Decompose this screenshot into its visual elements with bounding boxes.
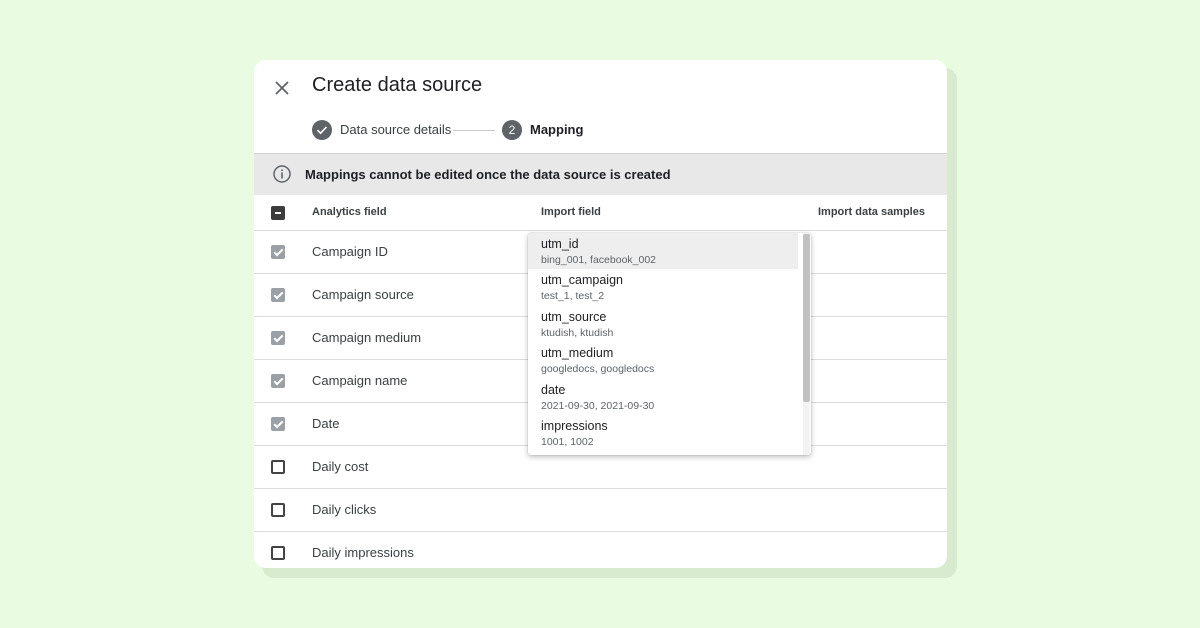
row-label: Campaign medium <box>312 330 422 345</box>
option-name: utm_id <box>541 237 579 251</box>
dropdown-option[interactable]: utm_campaign test_1, test_2 <box>528 269 811 305</box>
row-checkbox[interactable] <box>271 417 285 431</box>
dropdown-option[interactable]: impressions 1001, 1002 <box>528 415 811 451</box>
row-checkbox[interactable] <box>271 331 285 345</box>
option-name: date <box>541 382 566 397</box>
option-samples: 2021-09-30, 2021-09-30 <box>541 399 655 412</box>
row-label: Date <box>312 416 340 431</box>
table-row: Daily impressions <box>254 532 947 568</box>
option-name: utm_source <box>541 309 607 324</box>
row-checkbox[interactable] <box>271 460 285 474</box>
stepper: Data source details 2 Mapping <box>312 120 712 140</box>
dropdown-option[interactable]: utm_id bing_001, facebook_002 <box>528 233 798 270</box>
dropdown-scrollbar[interactable] <box>803 233 810 455</box>
option-samples: test_1, test_2 <box>541 290 605 303</box>
scrollbar-thumb[interactable] <box>803 234 810 402</box>
row-label: Campaign name <box>312 373 408 388</box>
header-analytics-field: Analytics field <box>312 206 387 218</box>
option-name: utm_medium <box>541 346 614 361</box>
option-samples: bing_001, facebook_002 <box>541 254 657 266</box>
step-completed-indicator <box>312 120 332 140</box>
close-icon <box>275 81 289 95</box>
info-icon <box>273 165 291 183</box>
import-field-dropdown[interactable]: utm_id bing_001, facebook_002 utm_campai… <box>528 233 811 455</box>
header-import-data-samples: Import data samples <box>818 206 925 218</box>
step-number-indicator: 2 <box>502 120 522 140</box>
close-button[interactable] <box>270 76 294 100</box>
option-samples: ktudish, ktudish <box>541 326 614 339</box>
row-label: Campaign ID <box>312 244 388 259</box>
dropdown-option[interactable]: utm_medium googledocs, googledocs <box>528 342 811 378</box>
row-checkbox[interactable] <box>271 546 285 560</box>
dropdown-option[interactable]: utm_source ktudish, ktudish <box>528 306 811 342</box>
row-label: Daily clicks <box>312 502 377 517</box>
select-all-checkbox[interactable] <box>271 206 285 220</box>
option-samples: googledocs, googledocs <box>541 363 655 376</box>
row-label: Daily cost <box>312 459 369 474</box>
dropdown-option[interactable]: date 2021-09-30, 2021-09-30 <box>528 379 811 415</box>
dialog-title: Create data source <box>312 74 483 96</box>
option-name: utm_campaign <box>541 273 623 288</box>
row-label: Daily impressions <box>312 545 414 560</box>
option-samples: 1001, 1002 <box>541 435 594 448</box>
row-checkbox[interactable] <box>271 288 285 302</box>
info-banner: Mappings cannot be edited once the data … <box>254 153 947 195</box>
table-header: Analytics field Import field Import data… <box>254 195 947 231</box>
header-import-field: Import field <box>541 206 601 218</box>
step-label-mapping[interactable]: Mapping <box>530 122 583 137</box>
option-name: impressions <box>541 418 608 433</box>
table-row: Daily clicks <box>254 489 947 532</box>
step-connector <box>453 130 495 131</box>
row-label: Campaign source <box>312 287 414 302</box>
row-checkbox[interactable] <box>271 245 285 259</box>
step-label-data-source-details[interactable]: Data source details <box>340 122 451 137</box>
banner-message: Mappings cannot be edited once the data … <box>305 167 671 182</box>
check-icon <box>316 126 328 135</box>
row-checkbox[interactable] <box>271 503 285 517</box>
row-checkbox[interactable] <box>271 374 285 388</box>
